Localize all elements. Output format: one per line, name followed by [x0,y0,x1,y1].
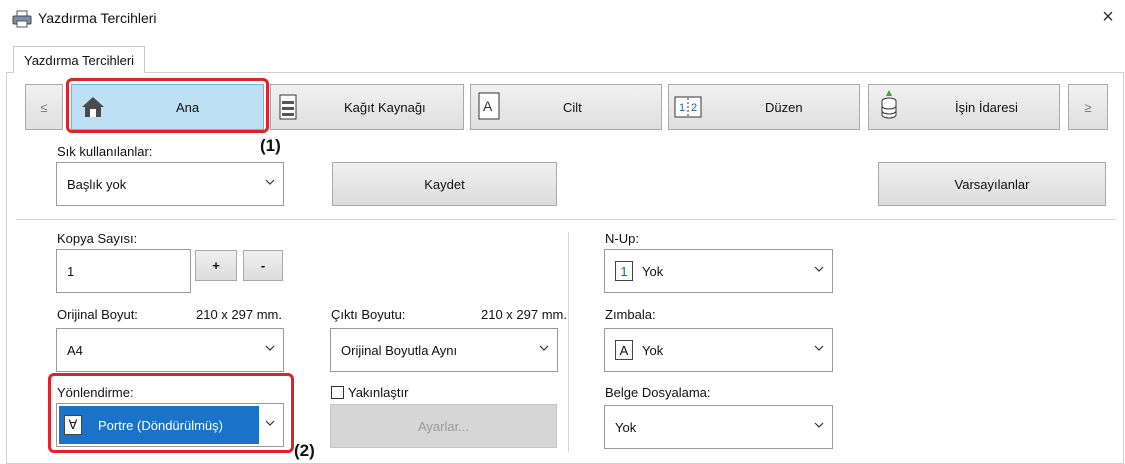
output-size-label: Çıktı Boyutu: [331,307,406,322]
zoom-settings-button[interactable]: Ayarlar... [330,404,557,448]
original-size-dims: 210 x 297 mm. [196,307,282,322]
callout-1: (1) [260,136,281,155]
tab-kagit-kaynagi[interactable]: Kağıt Kaynağı [270,84,464,130]
original-size-label: Orijinal Boyut: [57,307,138,322]
nav-next-button[interactable]: ≥ [1068,84,1108,130]
retention-value: Yok [615,419,637,435]
output-size-select[interactable]: Orijinal Boyutla Aynı [330,328,558,372]
tab-isin-idaresi[interactable]: İşin İdaresi [868,84,1060,130]
retention-select[interactable]: Yok [604,405,833,449]
copies-plus-button[interactable]: + [195,250,237,281]
staple-label: Zımbala: [605,307,656,322]
zoom-checkbox[interactable] [331,386,344,399]
copies-input[interactable]: 1 [56,249,191,293]
close-button[interactable]: × [1097,6,1119,29]
original-size-value: A4 [67,342,83,358]
output-size-value: Orijinal Boyutla Aynı [341,342,458,358]
binding-icon: A [478,92,500,120]
output-size-dims: 210 x 297 mm. [481,307,567,322]
job-handling-icon [881,90,897,119]
nup-value: Yok [642,263,664,279]
nup-label: N-Up: [605,231,639,246]
highlight-box-1 [66,78,269,133]
save-button[interactable]: Kaydet [332,162,557,206]
staple-value: Yok [642,342,664,358]
chevron-down-icon [814,266,824,272]
favorites-select[interactable]: Başlık yok [56,162,284,206]
highlight-box-2 [48,373,294,453]
window-title: Yazdırma Tercihleri [38,10,157,26]
copies-value: 1 [67,263,75,279]
nup-1-icon: 1 [615,261,633,281]
tab-duzen-label: Düzen [765,100,803,115]
callout-2: (2) [294,441,315,460]
chevron-down-icon [539,345,549,351]
tab-cilt[interactable]: A Cilt [470,84,662,130]
svg-text:1: 1 [679,102,685,114]
svg-text:2: 2 [691,102,697,114]
zoom-label: Yakınlaştır [348,385,409,400]
divider [16,219,1116,220]
layout-icon: 1 2 [674,96,702,118]
original-size-select[interactable]: A4 [56,328,284,372]
nav-prev-button[interactable]: ≤ [25,84,63,130]
tab-isin-idaresi-label: İşin İdaresi [955,100,1018,115]
nup-select[interactable]: 1 Yok [604,249,833,293]
favorites-label: Sık kullanılanlar: [57,144,153,159]
copies-label: Kopya Sayısı: [57,231,138,246]
chevron-down-icon [265,345,275,351]
column-divider [568,232,569,452]
paper-tray-icon [279,94,297,120]
title-bar [0,0,1125,36]
tab-kagit-kaynagi-label: Kağıt Kaynağı [344,100,426,115]
favorites-value: Başlık yok [67,176,127,192]
svg-text:A: A [483,98,493,114]
staple-icon: A [615,340,633,360]
defaults-button[interactable]: Varsayılanlar [878,162,1106,206]
printer-icon [12,10,32,28]
chevron-down-icon [265,179,275,185]
staple-select[interactable]: A Yok [604,328,833,372]
retention-label: Belge Dosyalama: [605,385,711,400]
tab-print-preferences[interactable]: Yazdırma Tercihleri [13,46,145,73]
tab-cilt-label: Cilt [563,100,582,115]
tab-duzen[interactable]: 1 2 Düzen [668,84,860,130]
chevron-down-icon [814,422,824,428]
chevron-down-icon [814,345,824,351]
copies-minus-button[interactable]: - [243,250,283,281]
